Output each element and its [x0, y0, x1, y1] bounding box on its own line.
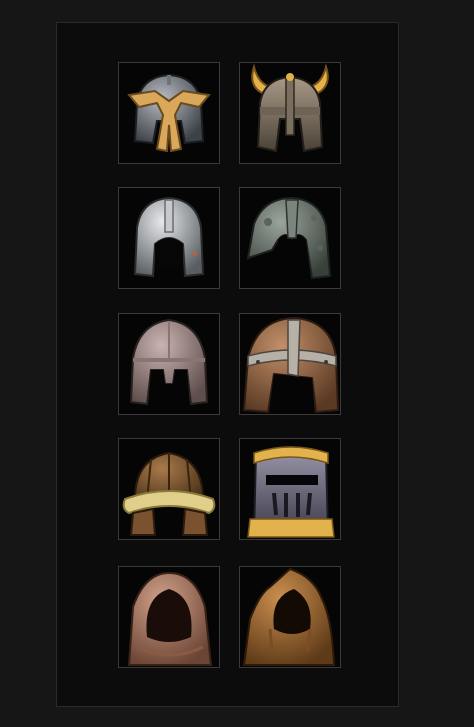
brown-cloth-hood-icon — [242, 567, 336, 666]
inventory-slot-5[interactable] — [118, 313, 220, 415]
gold-winged-steel-helmet-icon — [127, 73, 211, 153]
inventory-panel — [56, 22, 399, 707]
fur-trimmed-leather-cap-icon — [122, 451, 216, 536]
inventory-slot-1[interactable] — [118, 62, 220, 164]
horned-viking-helmet-icon — [251, 63, 329, 153]
inventory-slot-10[interactable] — [239, 566, 341, 668]
inventory-slot-9[interactable] — [118, 566, 220, 668]
inventory-slot-6[interactable] — [239, 313, 341, 415]
gold-banded-great-helm-icon — [247, 446, 335, 538]
dented-iron-helmet-icon — [246, 196, 332, 280]
silver-open-face-helmet-icon — [133, 196, 205, 278]
inventory-slot-4[interactable] — [239, 187, 341, 289]
pink-cloth-hood-icon — [127, 571, 213, 666]
inventory-slot-7[interactable] — [118, 438, 220, 540]
inventory-slot-3[interactable] — [118, 187, 220, 289]
inventory-slot-8[interactable] — [239, 438, 341, 540]
rose-steel-nasal-helmet-icon — [129, 318, 209, 406]
leather-banded-helmet-icon — [242, 316, 340, 414]
inventory-slot-2[interactable] — [239, 62, 341, 164]
